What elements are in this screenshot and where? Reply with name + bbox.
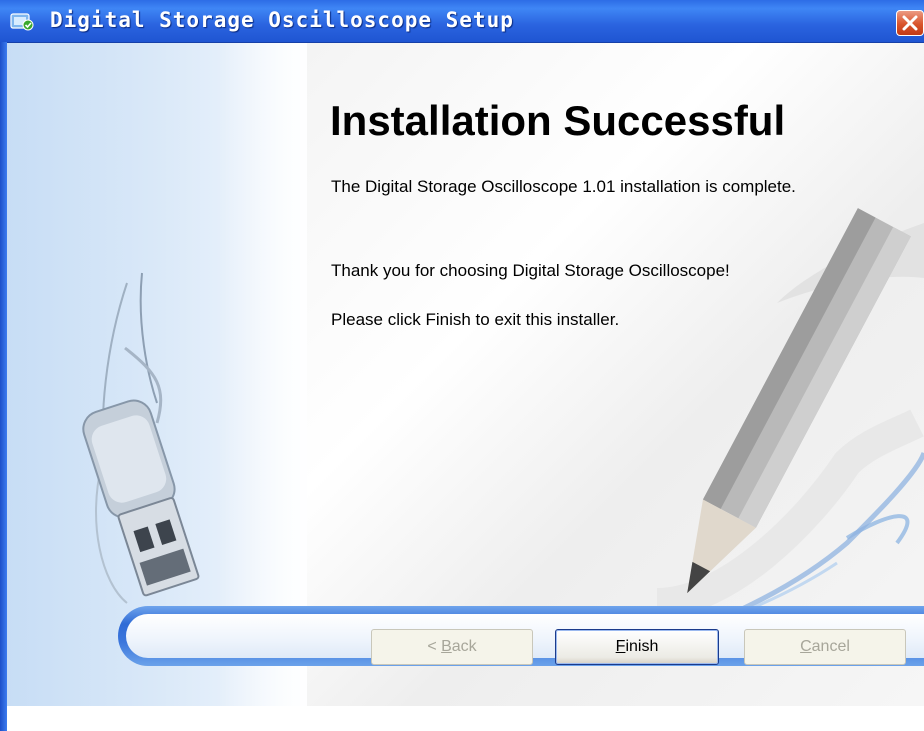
finish-button-rest: inish <box>625 638 659 655</box>
finish-button[interactable]: Finish <box>555 629 719 665</box>
window-frame-left <box>0 42 7 731</box>
page-heading: Installation Successful <box>330 97 786 144</box>
cancel-button[interactable]: Cancel <box>744 629 906 665</box>
installer-icon <box>10 13 34 31</box>
cancel-button-mnemonic: C <box>800 638 812 655</box>
thank-you-message: Thank you for choosing Digital Storage O… <box>331 261 730 280</box>
window-title: Digital Storage Oscilloscope Setup <box>50 8 514 32</box>
back-button-rest: ack <box>451 638 477 655</box>
close-icon <box>902 15 918 31</box>
back-button-prefix: < <box>427 638 442 655</box>
finish-instruction: Please click Finish to exit this install… <box>331 310 620 329</box>
title-bar[interactable]: Digital Storage Oscilloscope Setup <box>0 0 924 43</box>
close-button[interactable] <box>896 10 924 36</box>
back-button[interactable]: < Back <box>371 629 533 665</box>
cancel-button-rest: ancel <box>811 638 850 655</box>
finish-button-mnemonic: F <box>615 638 626 655</box>
back-button-mnemonic: B <box>441 638 452 655</box>
completion-message: The Digital Storage Oscilloscope 1.01 in… <box>331 177 796 196</box>
